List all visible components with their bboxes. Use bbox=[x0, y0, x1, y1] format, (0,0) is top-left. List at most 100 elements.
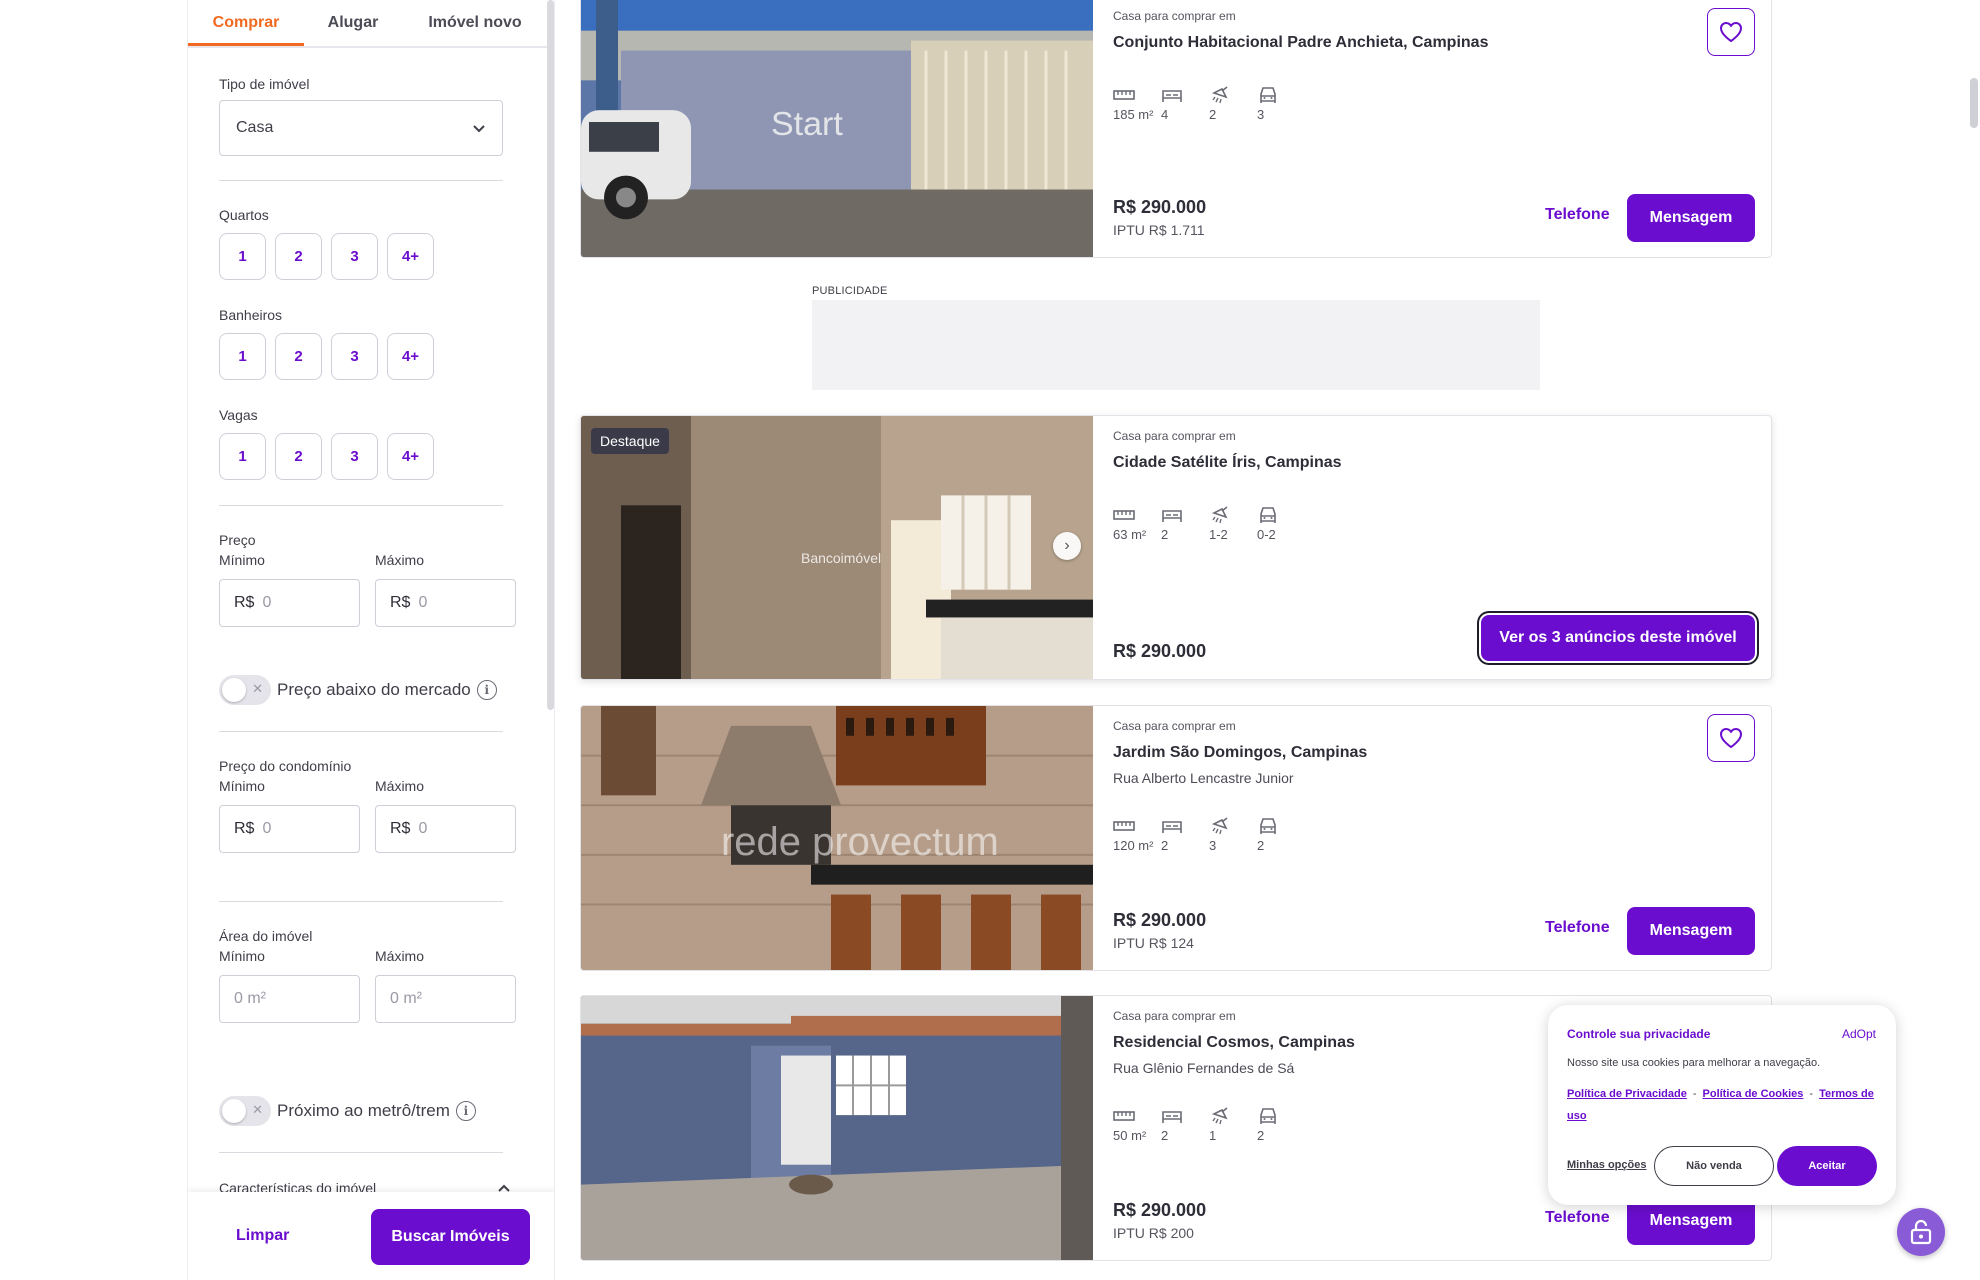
vagas-option-1[interactable]: 1 bbox=[219, 433, 266, 480]
area-max-label: Máximo bbox=[375, 948, 425, 964]
banheiros-option-4plus[interactable]: 4+ bbox=[387, 333, 434, 380]
tab-comprar[interactable]: Comprar bbox=[188, 0, 304, 46]
privacy-text: Nosso site usa cookies para melhorar a n… bbox=[1567, 1057, 1821, 1069]
metro-toggle[interactable]: ✕ bbox=[219, 1096, 271, 1126]
listing-photo[interactable]: rede provectum bbox=[581, 706, 1093, 970]
parking-amenity: 3 bbox=[1257, 85, 1305, 122]
listing-amenities: 63 m² 2 1-2 0-2 bbox=[1113, 505, 1305, 542]
minhas-opcoes-link[interactable]: Minhas opções bbox=[1567, 1159, 1646, 1171]
bedrooms-value: 2 bbox=[1161, 1128, 1169, 1143]
listing-photo[interactable]: Start bbox=[581, 0, 1093, 257]
listing-price: R$ 290.000 bbox=[1113, 197, 1207, 217]
tab-imovel-novo[interactable]: Imóvel novo bbox=[402, 0, 548, 46]
sidebar-footer: Limpar Buscar Imóveis bbox=[188, 1192, 554, 1280]
telefone-button[interactable]: Telefone bbox=[1545, 919, 1610, 937]
tipo-select[interactable]: Casa bbox=[219, 100, 503, 156]
car-icon bbox=[1260, 87, 1276, 103]
vagas-options: 1 2 3 4+ bbox=[219, 433, 434, 480]
car-icon bbox=[1260, 507, 1276, 523]
svg-text:rede provectum: rede provectum bbox=[721, 820, 999, 864]
info-icon[interactable]: i bbox=[476, 680, 497, 700]
vagas-option-3[interactable]: 3 bbox=[331, 433, 378, 480]
telefone-button[interactable]: Telefone bbox=[1545, 1209, 1610, 1227]
banheiros-option-2[interactable]: 2 bbox=[275, 333, 322, 380]
politica-privacidade-link[interactable]: Política de Privacidade bbox=[1567, 1088, 1687, 1100]
banheiros-option-1[interactable]: 1 bbox=[219, 333, 266, 380]
mensagem-button[interactable]: Mensagem bbox=[1627, 907, 1755, 955]
placeholder: 0 m² bbox=[234, 990, 266, 1007]
preco-abaixo-label: Preço abaixo do mercado bbox=[277, 680, 471, 699]
preco-min-input[interactable]: R$ 0 bbox=[219, 579, 360, 627]
placeholder: 0 bbox=[262, 820, 272, 837]
listing-iptu: IPTU R$ 124 bbox=[1113, 935, 1194, 951]
page-scrollbar[interactable] bbox=[1970, 78, 1978, 128]
heart-icon bbox=[1719, 727, 1743, 749]
info-icon[interactable]: i bbox=[455, 1101, 476, 1121]
preco-max-input[interactable]: R$ 0 bbox=[375, 579, 516, 627]
listing-card[interactable]: Bancoimóvel Destaque › Casa para comprar… bbox=[580, 415, 1772, 680]
tipo-value: Casa bbox=[236, 119, 274, 136]
quartos-option-2[interactable]: 2 bbox=[275, 233, 322, 280]
ruler-icon bbox=[1113, 510, 1135, 520]
privacy-lock-button[interactable] bbox=[1897, 1208, 1945, 1256]
tab-alugar[interactable]: Alugar bbox=[304, 0, 402, 46]
bedrooms-amenity: 2 bbox=[1161, 1106, 1209, 1143]
listing-info: Casa para comprar em Cidade Satélite Íri… bbox=[1113, 416, 1771, 679]
destaque-badge: Destaque bbox=[591, 428, 669, 454]
listing-photo[interactable] bbox=[581, 996, 1093, 1260]
favorite-button[interactable] bbox=[1707, 8, 1755, 56]
quartos-option-1[interactable]: 1 bbox=[219, 233, 266, 280]
listing-location[interactable]: Conjunto Habitacional Padre Anchieta, Ca… bbox=[1113, 34, 1488, 52]
chevron-down-icon bbox=[473, 125, 485, 133]
placeholder: 0 bbox=[418, 594, 428, 611]
politica-cookies-link[interactable]: Política de Cookies bbox=[1703, 1088, 1804, 1100]
bathrooms-value: 1-2 bbox=[1209, 527, 1228, 542]
listing-location[interactable]: Residencial Cosmos, Campinas bbox=[1113, 1034, 1355, 1052]
next-photo-button[interactable]: › bbox=[1053, 532, 1081, 560]
vagas-option-4plus[interactable]: 4+ bbox=[387, 433, 434, 480]
ver-anuncios-button[interactable]: Ver os 3 anúncios deste imóvel bbox=[1481, 615, 1755, 661]
quartos-option-4plus[interactable]: 4+ bbox=[387, 233, 434, 280]
listing-card[interactable]: Start Casa para comprar em Conjunto Habi… bbox=[580, 0, 1772, 258]
ruler-icon bbox=[1113, 1111, 1135, 1121]
listing-photo[interactable]: Bancoimóvel Destaque › bbox=[581, 416, 1093, 679]
listing-location[interactable]: Jardim São Domingos, Campinas bbox=[1113, 744, 1367, 762]
quartos-option-3[interactable]: 3 bbox=[331, 233, 378, 280]
listing-card[interactable]: rede provectum Casa para comprar em Jard… bbox=[580, 705, 1772, 971]
buscar-imoveis-button[interactable]: Buscar Imóveis bbox=[371, 1209, 530, 1265]
filter-sidebar: Comprar Alugar Imóvel novo Tipo de imóve… bbox=[187, 0, 555, 1280]
adopt-brand[interactable]: AdOpt bbox=[1842, 1027, 1876, 1041]
divider bbox=[219, 505, 503, 506]
favorite-button[interactable] bbox=[1707, 714, 1755, 762]
divider bbox=[219, 1152, 503, 1153]
placeholder: 0 m² bbox=[390, 990, 422, 1007]
listing-price: R$ 290.000 bbox=[1113, 1200, 1207, 1220]
mensagem-button[interactable]: Mensagem bbox=[1627, 194, 1755, 242]
placeholder: 0 bbox=[262, 594, 272, 611]
sidebar-scrollbar[interactable] bbox=[547, 0, 554, 710]
nao-venda-button[interactable]: Não venda bbox=[1654, 1146, 1774, 1186]
condominio-min-input[interactable]: R$ 0 bbox=[219, 805, 360, 853]
svg-text:Bancoimóvel: Bancoimóvel bbox=[801, 550, 881, 566]
telefone-button[interactable]: Telefone bbox=[1545, 206, 1610, 224]
area-min-input[interactable]: 0 m² bbox=[219, 975, 360, 1023]
listing-location[interactable]: Cidade Satélite Íris, Campinas bbox=[1113, 454, 1342, 472]
banheiros-option-3[interactable]: 3 bbox=[331, 333, 378, 380]
preco-abaixo-toggle[interactable]: ✕ bbox=[219, 675, 271, 705]
area-max-input[interactable]: 0 m² bbox=[375, 975, 516, 1023]
currency-label: R$ bbox=[234, 820, 255, 837]
preco-label: Preço bbox=[219, 532, 256, 548]
condominio-max-input[interactable]: R$ 0 bbox=[375, 805, 516, 853]
limpar-button[interactable]: Limpar bbox=[236, 1227, 289, 1245]
listing-amenities: 185 m² 4 2 3 bbox=[1113, 85, 1305, 122]
area-value: 185 m² bbox=[1113, 107, 1154, 122]
lock-icon bbox=[1910, 1219, 1932, 1245]
ad-slot[interactable] bbox=[812, 300, 1540, 390]
bed-icon bbox=[1162, 90, 1182, 102]
aceitar-button[interactable]: Aceitar bbox=[1777, 1146, 1877, 1186]
listing-street: Rua Alberto Lencastre Junior bbox=[1113, 770, 1294, 786]
vagas-option-2[interactable]: 2 bbox=[275, 433, 322, 480]
shower-icon bbox=[1211, 1107, 1228, 1125]
bathrooms-value: 2 bbox=[1209, 107, 1217, 122]
listing-kicker: Casa para comprar em bbox=[1113, 429, 1236, 443]
